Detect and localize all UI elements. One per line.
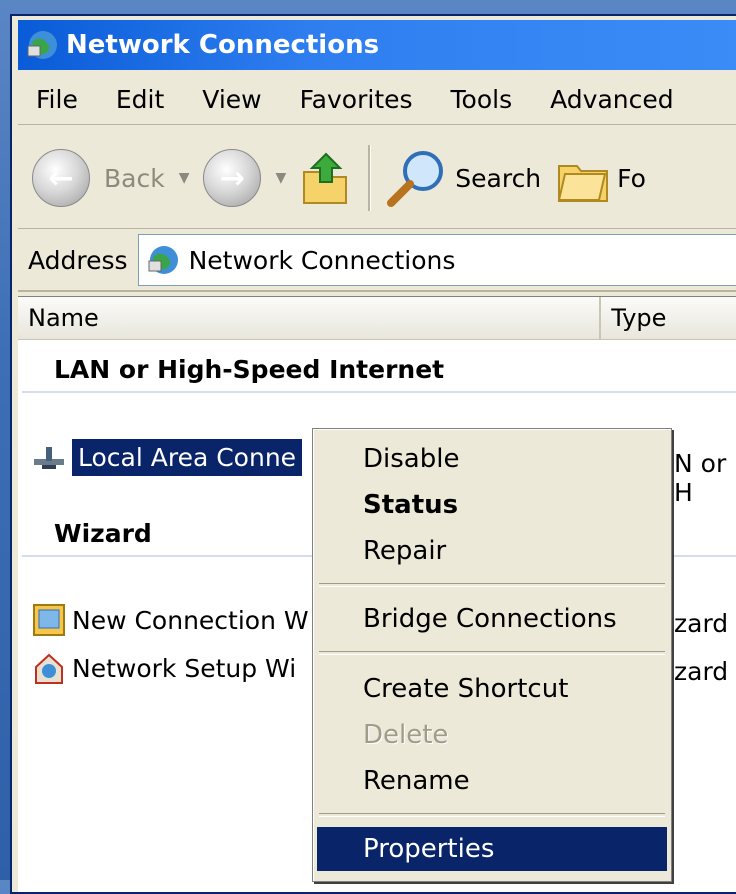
forward-dropdown-icon[interactable]: ▼	[275, 170, 286, 186]
search-icon	[387, 151, 444, 207]
back-arrow-icon: ←	[32, 149, 90, 207]
column-name-label: Name	[28, 304, 99, 332]
network-setup-wizard-icon	[35, 653, 63, 684]
menu-bar: File Edit View Favorites Tools Advanced	[18, 74, 736, 125]
title-bar[interactable]: Network Connections	[18, 20, 736, 70]
address-bar: Address Network Connections	[18, 230, 736, 292]
address-input[interactable]: Network Connections	[137, 234, 736, 286]
address-label: Address	[28, 245, 128, 275]
menu-item-delete: Delete	[363, 720, 449, 750]
item-name: New Connection W	[72, 605, 309, 635]
menu-separator	[319, 813, 665, 817]
menu-favorites[interactable]: Favorites	[282, 85, 433, 114]
new-connection-wizard-icon	[33, 604, 65, 636]
network-globe-icon	[148, 246, 178, 274]
list-item-new-connection-wizard[interactable]: New Connection W	[32, 603, 309, 637]
back-label: Back	[104, 163, 165, 193]
menu-advanced[interactable]: Advanced	[532, 85, 694, 114]
item-type: zard	[674, 657, 729, 686]
menu-view[interactable]: View	[184, 85, 281, 114]
menu-separator	[319, 583, 665, 587]
column-header-name[interactable]: Name	[18, 297, 602, 339]
context-menu: Disable Status Repair Bridge Connections…	[312, 428, 672, 882]
folders-button[interactable]: Fo	[555, 150, 646, 206]
search-button[interactable]: Search	[385, 147, 541, 209]
menu-file[interactable]: File	[18, 85, 98, 114]
forward-button[interactable]: → ▼	[203, 149, 286, 207]
item-type: zard	[674, 609, 729, 638]
menu-item-repair[interactable]: Repair	[317, 529, 667, 573]
forward-arrow-icon: →	[203, 149, 262, 207]
group-title-lan: LAN or High-Speed Internet	[54, 355, 445, 384]
network-globe-icon	[27, 31, 57, 59]
item-type: N or H	[674, 449, 727, 507]
window-title: Network Connections	[66, 30, 380, 60]
menu-item-create-shortcut[interactable]: Create Shortcut	[317, 667, 667, 711]
up-folder-icon	[303, 152, 348, 204]
folders-icon	[557, 165, 609, 202]
menu-item-status[interactable]: Status	[317, 483, 667, 527]
network-cable-icon	[34, 446, 64, 469]
back-button[interactable]: ← Back ▼	[32, 149, 189, 207]
item-name: Network Setup Wi	[72, 653, 297, 683]
toolbar: ← Back ▼ → ▼ Search Fo	[18, 128, 736, 229]
menu-item-disable[interactable]: Disable	[317, 437, 667, 481]
column-header-type[interactable]: Type	[601, 297, 736, 339]
folders-label: Fo	[617, 163, 646, 193]
column-headers: Name Type	[18, 297, 736, 340]
menu-edit[interactable]: Edit	[98, 85, 184, 114]
group-title-wizard: Wizard	[54, 519, 152, 548]
menu-tools[interactable]: Tools	[433, 85, 533, 114]
up-folder-button[interactable]	[300, 150, 350, 206]
column-type-label: Type	[611, 304, 667, 332]
group-divider	[22, 391, 736, 393]
menu-separator	[319, 651, 665, 655]
search-label: Search	[455, 163, 542, 193]
list-item-network-setup-wizard[interactable]: Network Setup Wi	[32, 651, 296, 685]
menu-item-bridge-connections[interactable]: Bridge Connections	[317, 597, 667, 641]
menu-item-properties[interactable]: Properties	[317, 827, 667, 871]
menu-item-rename[interactable]: Rename	[317, 759, 667, 803]
address-value: Network Connections	[188, 245, 456, 275]
list-item-local-area-connection[interactable]: Local Area Conne	[32, 439, 303, 476]
item-name: Local Area Conne	[72, 439, 303, 476]
toolbar-separator	[368, 145, 372, 211]
back-dropdown-icon[interactable]: ▼	[179, 170, 190, 186]
